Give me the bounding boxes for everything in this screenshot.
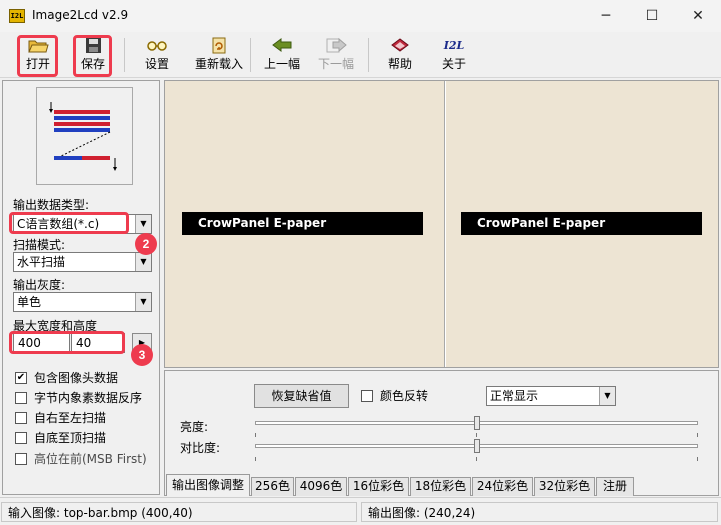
tab-4096-color[interactable]: 4096色 [295,477,347,496]
contrast-label: 对比度: [180,441,221,455]
maximize-button[interactable]: ☐ [629,0,675,32]
gray-level-label: 输出灰度: [13,278,66,292]
slider-tick [476,433,477,437]
next-image-button[interactable]: 下一幅 [316,35,356,75]
checkbox-label: 字节内象素数据反序 [34,391,143,405]
tab-16bit-color[interactable]: 16位彩色 [348,477,409,496]
tab-32bit-color[interactable]: 32位彩色 [534,477,595,496]
chevron-down-icon[interactable]: ▼ [599,387,615,405]
prev-image-label: 上一幅 [263,57,300,71]
brightness-ticks [255,433,698,437]
checkbox-box[interactable] [15,412,27,424]
image-preview-area: CrowPanel E-paper CrowPanel E-paper [164,80,719,368]
help-label: 帮助 [387,57,412,71]
chevron-down-icon[interactable]: ▼ [135,253,151,271]
i2l-logo-icon: I2L [443,39,465,52]
tab-256-color[interactable]: 256色 [251,477,294,496]
input-image-status: 输入图像: top-bar.bmp (400,40) [1,502,357,522]
input-image-preview: CrowPanel E-paper [182,212,423,235]
slider-tick [255,433,256,437]
pane-divider[interactable] [444,81,446,367]
slider-tick [697,433,698,437]
settings-panel: 输出数据类型: C语言数组(*.c) ▼ 扫描模式: 水平扫描 ▼ 输出灰度: … [2,80,160,495]
arrow-right-icon [326,37,347,53]
help-button[interactable]: 帮助 [382,35,418,75]
gray-level-select[interactable]: 单色 ▼ [13,292,152,312]
highlight-open [17,35,58,77]
toolbar-separator [124,38,125,72]
reload-icon [212,37,226,54]
slider-tick [255,457,256,461]
arrow-left-icon [272,38,292,52]
checkbox-box[interactable]: ✔ [15,372,27,384]
settings-button[interactable]: 设置 [138,35,176,75]
output-image-preview: CrowPanel E-paper [461,212,702,235]
tab-output-adjust[interactable]: 输出图像调整 [166,474,250,496]
next-image-label: 下一幅 [317,57,354,71]
checkbox-label: 包含图像头数据 [34,371,119,385]
checkbox-label: 高位在前(MSB First) [34,452,147,466]
chevron-down-icon[interactable]: ▼ [135,215,151,233]
annotation-badge-3: 3 [131,344,153,366]
close-button[interactable]: ✕ [675,0,721,32]
restore-default-button[interactable]: 恢复缺省值 [254,384,349,408]
checkbox-box[interactable] [15,392,27,404]
tab-strip: 输出图像调整 256色 4096色 16位彩色 18位彩色 24位彩色 32位彩… [164,474,719,496]
output-type-label: 输出数据类型: [13,198,90,212]
image2lcd-window: I2L Image2Lcd v2.9 ─ ☐ ✕ 打开 保存 设置 重新载入 上… [0,0,721,525]
scan-mode-label: 扫描模式: [13,238,66,252]
minimize-button[interactable]: ─ [583,0,629,32]
contrast-slider-thumb[interactable] [473,439,480,453]
reload-button[interactable]: 重新载入 [192,35,246,75]
glasses-icon [147,41,167,51]
prev-image-button[interactable]: 上一幅 [262,35,302,75]
tab-24bit-color[interactable]: 24位彩色 [472,477,533,496]
checkbox-label: 颜色反转 [380,389,429,403]
scan-mode-value: 水平扫描 [17,255,66,269]
slider-tick [476,457,477,461]
highlight-save [73,35,112,77]
checkbox-label: 自底至顶扫描 [34,431,107,445]
brightness-label: 亮度: [180,420,209,434]
reload-label: 重新载入 [194,57,243,71]
window-title: Image2Lcd v2.9 [32,8,129,22]
gray-level-value: 单色 [17,295,42,309]
annotation-badge-2: 2 [135,233,157,255]
tab-register[interactable]: 注册 [596,477,634,496]
display-mode-select[interactable]: 正常显示 ▼ [486,386,616,406]
highlight-output-type [9,212,129,234]
contrast-ticks [255,457,698,461]
status-bar: 输入图像: top-bar.bmp (400,40) 输出图像: (240,24… [0,497,721,525]
chevron-down-icon[interactable]: ▼ [135,293,151,311]
checkbox-box[interactable] [15,453,27,465]
toolbar-separator [368,38,369,72]
checkbox-box[interactable] [361,390,373,402]
checkbox-label: 自右至左扫描 [34,411,107,425]
about-label: 关于 [441,57,466,71]
brightness-slider-thumb[interactable] [473,416,480,430]
output-image-status: 输出图像: (240,24) [361,502,718,522]
app-icon: I2L [9,9,25,23]
scan-direction-preview [36,87,133,185]
help-book-icon [391,38,409,52]
slider-tick [697,457,698,461]
scan-mode-select[interactable]: 水平扫描 ▼ [13,252,152,272]
highlight-max-size [9,331,125,354]
tab-18bit-color[interactable]: 18位彩色 [410,477,471,496]
checkbox-box[interactable] [15,432,27,444]
toolbar-separator [250,38,251,72]
display-mode-value: 正常显示 [490,389,539,403]
about-button[interactable]: I2L 关于 [436,35,472,75]
settings-label: 设置 [144,57,169,71]
scan-direction-icon [49,102,117,171]
title-bar: I2L Image2Lcd v2.9 ─ ☐ ✕ [0,0,721,32]
